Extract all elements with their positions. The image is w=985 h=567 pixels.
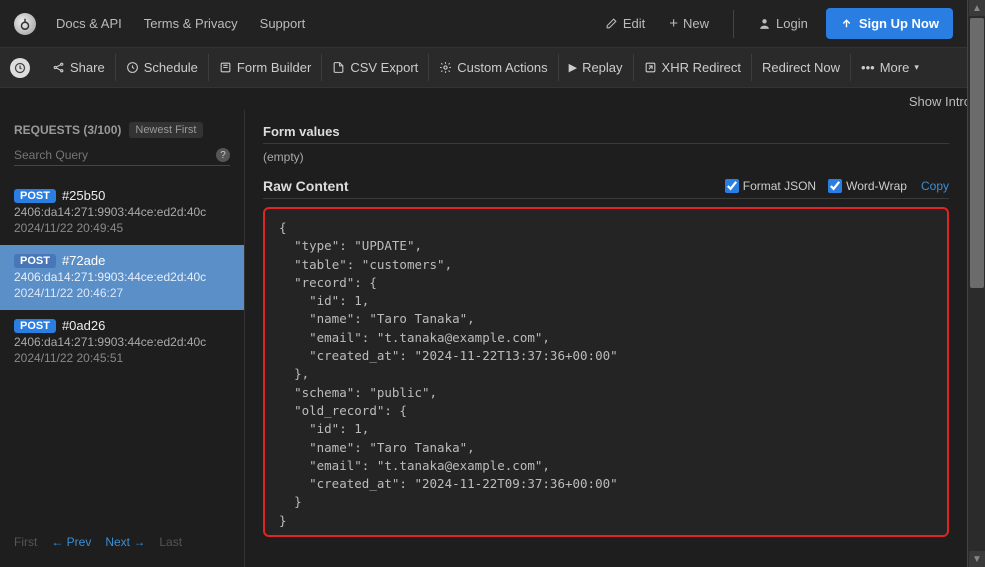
request-ip: 2406:da14:271:9903:44ce:ed2d:40c (14, 270, 230, 284)
format-json-checkbox[interactable]: Format JSON (725, 179, 816, 193)
clock-icon[interactable] (10, 58, 30, 78)
word-wrap-checkbox[interactable]: Word-Wrap (828, 179, 907, 193)
signup-button[interactable]: Sign Up Now (826, 8, 953, 39)
search-input[interactable] (14, 148, 216, 162)
csv-export-label: CSV Export (350, 60, 418, 75)
request-time: 2024/11/22 20:45:51 (14, 351, 230, 365)
request-id: #72ade (62, 253, 105, 268)
scrollbar-down-icon[interactable]: ▼ (969, 551, 985, 567)
new-button[interactable]: + New (663, 12, 715, 35)
scrollbar-up-icon[interactable]: ▲ (969, 0, 985, 16)
replay-button[interactable]: ▶ Replay (558, 54, 633, 81)
form-icon (219, 61, 232, 74)
pager-first: First (14, 535, 37, 549)
login-button[interactable]: Login (752, 12, 814, 35)
request-time: 2024/11/22 20:49:45 (14, 221, 230, 235)
share-label: Share (70, 60, 105, 75)
xhr-redirect-label: XHR Redirect (662, 60, 741, 75)
edit-icon (605, 17, 618, 30)
copy-button[interactable]: Copy (921, 179, 949, 193)
more-button[interactable]: ••• More ▾ (850, 54, 929, 81)
scrollbar[interactable]: ▲ ▼ (967, 0, 985, 567)
request-item[interactable]: POST #25b50 2406:da14:271:9903:44ce:ed2d:4… (0, 180, 244, 245)
requests-count-label: REQUESTS (3/100) (14, 123, 121, 137)
pager-prev[interactable]: ← Prev (51, 535, 91, 549)
edit-label: Edit (623, 16, 645, 31)
request-ip: 2406:da14:271:9903:44ce:ed2d:40c (14, 205, 230, 219)
file-icon (332, 61, 345, 74)
user-icon (758, 17, 771, 30)
request-id: #0ad26 (62, 318, 105, 333)
request-time: 2024/11/22 20:46:27 (14, 286, 230, 300)
clock2-icon (126, 61, 139, 74)
raw-content-box: { "type": "UPDATE", "table": "customers"… (263, 207, 949, 537)
toolbar: Share Schedule Form Builder CSV Export C… (0, 48, 967, 88)
play-icon: ▶ (569, 61, 577, 74)
pager-last: Last (159, 535, 182, 549)
gear-icon (439, 61, 452, 74)
form-values-empty: (empty) (263, 150, 949, 164)
form-builder-label: Form Builder (237, 60, 311, 75)
method-badge: POST (14, 319, 56, 333)
detail-panel: Form values (empty) Raw Content Format J… (245, 110, 967, 567)
top-nav: Docs & API Terms & Privacy Support Edit … (0, 0, 967, 48)
replay-label: Replay (582, 60, 622, 75)
redirect-now-label: Redirect Now (762, 60, 840, 75)
help-icon[interactable]: ? (216, 148, 230, 162)
raw-content-body[interactable]: { "type": "UPDATE", "table": "customers"… (279, 219, 933, 530)
more-label: More (880, 60, 910, 75)
terms-privacy-link[interactable]: Terms & Privacy (144, 16, 238, 31)
requests-list: POST #25b50 2406:da14:271:9903:44ce:ed2d:4… (0, 180, 244, 525)
support-link[interactable]: Support (260, 16, 306, 31)
chevron-down-icon: ▾ (914, 62, 919, 73)
request-item[interactable]: POST #72ade 2406:da14:271:9903:44ce:ed2d:4… (0, 245, 244, 310)
redirect-icon (644, 61, 657, 74)
custom-actions-label: Custom Actions (457, 60, 547, 75)
plus-icon: + (669, 16, 678, 31)
edit-button[interactable]: Edit (599, 12, 651, 35)
schedule-label: Schedule (144, 60, 198, 75)
method-badge: POST (14, 189, 56, 203)
xhr-redirect-button[interactable]: XHR Redirect (633, 54, 751, 81)
login-label: Login (776, 16, 808, 31)
show-intro-link[interactable]: Show Intro (909, 94, 971, 109)
word-wrap-label: Word-Wrap (846, 179, 907, 193)
format-json-input[interactable] (725, 179, 739, 193)
scrollbar-thumb[interactable] (970, 18, 984, 288)
signup-label: Sign Up Now (859, 16, 939, 31)
share-button[interactable]: Share (42, 54, 115, 81)
form-builder-button[interactable]: Form Builder (208, 54, 321, 81)
redirect-now-button[interactable]: Redirect Now (751, 54, 850, 81)
word-wrap-input[interactable] (828, 179, 842, 193)
format-json-label: Format JSON (743, 179, 816, 193)
request-ip: 2406:da14:271:9903:44ce:ed2d:40c (14, 335, 230, 349)
pager-next[interactable]: Next → (105, 535, 145, 549)
share-icon (52, 61, 65, 74)
upload-icon (840, 17, 853, 30)
method-badge: POST (14, 254, 56, 268)
logo-icon[interactable] (14, 13, 36, 35)
pager: First ← Prev Next → Last (0, 525, 244, 559)
raw-content-title: Raw Content (263, 178, 349, 194)
request-item[interactable]: POST #0ad26 2406:da14:271:9903:44ce:ed2d:4… (0, 310, 244, 375)
sort-newest-badge[interactable]: Newest First (129, 122, 202, 138)
new-label: New (683, 16, 709, 31)
form-values-title: Form values (263, 120, 949, 144)
schedule-button[interactable]: Schedule (115, 54, 208, 81)
custom-actions-button[interactable]: Custom Actions (428, 54, 557, 81)
docs-api-link[interactable]: Docs & API (56, 16, 122, 31)
requests-sidebar: REQUESTS (3/100) Newest First ? POST #25b… (0, 110, 245, 567)
csv-export-button[interactable]: CSV Export (321, 54, 428, 81)
divider (733, 10, 734, 38)
request-id: #25b50 (62, 188, 105, 203)
dots-icon: ••• (861, 60, 875, 75)
